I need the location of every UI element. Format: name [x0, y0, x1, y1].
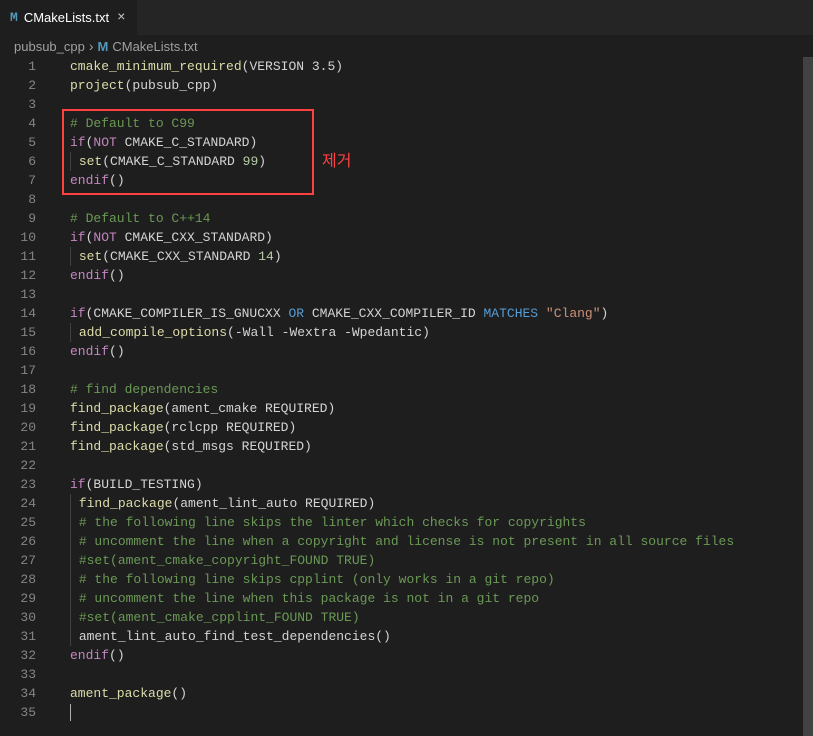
annotation-label: 제거: [322, 147, 351, 171]
tab-bar: M CMakeLists.txt ×: [0, 0, 813, 35]
line-number-gutter: 123 456 789 101112 131415 161718 192021 …: [0, 57, 54, 722]
close-icon[interactable]: ×: [115, 10, 127, 26]
tab-cmakelists[interactable]: M CMakeLists.txt ×: [0, 0, 138, 35]
file-icon: M: [98, 39, 109, 54]
breadcrumb-item[interactable]: CMakeLists.txt: [112, 39, 197, 54]
text-cursor: [70, 704, 71, 721]
breadcrumb: pubsub_cpp › M CMakeLists.txt: [0, 35, 813, 57]
breadcrumb-item[interactable]: pubsub_cpp: [14, 39, 85, 54]
vertical-scrollbar[interactable]: [799, 57, 813, 736]
code-text-area[interactable]: cmake_minimum_required(VERSION 3.5) proj…: [54, 57, 813, 722]
file-icon: M: [10, 10, 18, 25]
chevron-right-icon: ›: [89, 38, 94, 54]
scrollbar-thumb[interactable]: [803, 57, 813, 736]
code-editor[interactable]: 123 456 789 101112 131415 161718 192021 …: [0, 57, 813, 736]
tab-label: CMakeLists.txt: [24, 10, 109, 25]
